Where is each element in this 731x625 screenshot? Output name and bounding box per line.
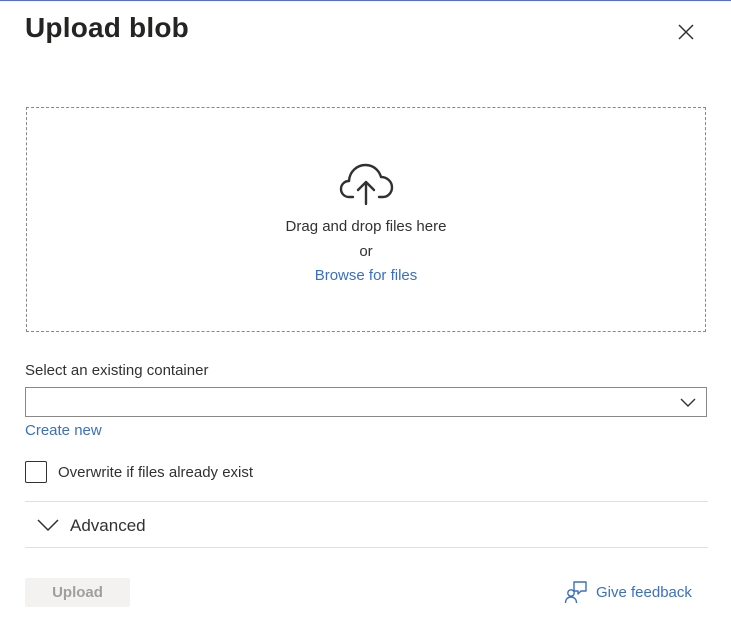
give-feedback-button[interactable]: Give feedback [564,580,692,604]
overwrite-checkbox-label[interactable]: Overwrite if files already exist [58,464,253,481]
container-select-label: Select an existing container [25,362,209,379]
upload-blob-panel: Upload blob Drag and drop files here or … [0,0,731,625]
container-dropdown[interactable] [25,387,707,417]
upload-button[interactable]: Upload [25,578,130,607]
overwrite-checkbox[interactable] [25,461,47,483]
file-dropzone[interactable]: Drag and drop files here or Browse for f… [26,107,706,332]
dropzone-instructions: Drag and drop files here [285,218,447,235]
give-feedback-label: Give feedback [596,583,692,601]
create-new-container-link[interactable]: Create new [25,422,102,439]
section-divider [25,547,708,548]
browse-files-link[interactable]: Browse for files [27,267,705,284]
dropzone-or-text: or [359,243,373,260]
chevron-down-icon [680,398,696,407]
chevron-down-icon [37,519,59,531]
close-icon [678,24,694,40]
cloud-upload-icon [339,163,394,206]
close-button[interactable] [672,18,700,46]
feedback-person-icon [564,581,587,604]
panel-title: Upload blob [25,12,189,43]
advanced-section-label: Advanced [70,516,146,535]
advanced-section-toggle[interactable]: Advanced [25,502,708,547]
